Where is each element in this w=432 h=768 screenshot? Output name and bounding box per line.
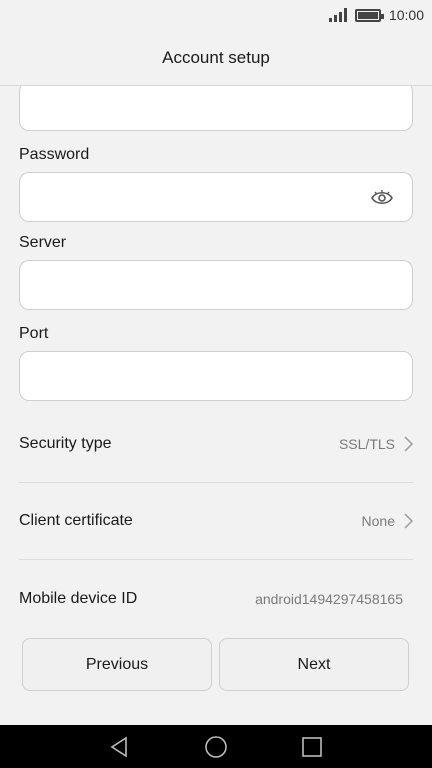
navigation-bar [0, 725, 432, 768]
mobile-device-id-value: android1494297458165 [255, 590, 403, 607]
security-type-row[interactable]: Security type SSL/TLS [19, 406, 413, 483]
mobile-device-id-label: Mobile device ID [19, 589, 138, 607]
signal-icon [328, 8, 347, 22]
security-type-value: SSL/TLS [338, 436, 395, 452]
server-label: Server [19, 234, 67, 251]
mobile-device-id-row: Mobile device ID android1494297458165 [19, 560, 413, 637]
client-certificate-label: Client certificate [19, 512, 133, 529]
chevron-right-icon [404, 513, 413, 529]
home-circle-icon[interactable] [204, 735, 228, 759]
username-field[interactable] [19, 86, 413, 131]
client-certificate-row[interactable]: Client certificate None [19, 483, 413, 560]
status-indicators: 10:00 [328, 6, 424, 24]
port-field[interactable] [19, 351, 413, 401]
page-title: Account setup [0, 30, 432, 86]
chevron-right-icon [404, 436, 413, 452]
recents-square-icon[interactable] [300, 735, 324, 759]
password-field[interactable] [19, 172, 413, 222]
security-type-label: Security type [19, 435, 112, 452]
previous-button[interactable]: Previous [22, 638, 212, 691]
server-field[interactable] [19, 260, 413, 310]
form-content[interactable]: Password Server Port Security type SSL/T… [0, 86, 432, 638]
status-time: 10:00 [388, 7, 424, 23]
back-triangle-icon[interactable] [108, 735, 132, 759]
battery-icon [354, 8, 384, 22]
eye-icon[interactable] [370, 189, 394, 207]
status-bar: 10:00 [0, 0, 432, 30]
password-label: Password [19, 146, 90, 163]
port-label: Port [19, 325, 49, 342]
next-button[interactable]: Next [219, 638, 409, 691]
client-certificate-value: None [361, 513, 395, 529]
